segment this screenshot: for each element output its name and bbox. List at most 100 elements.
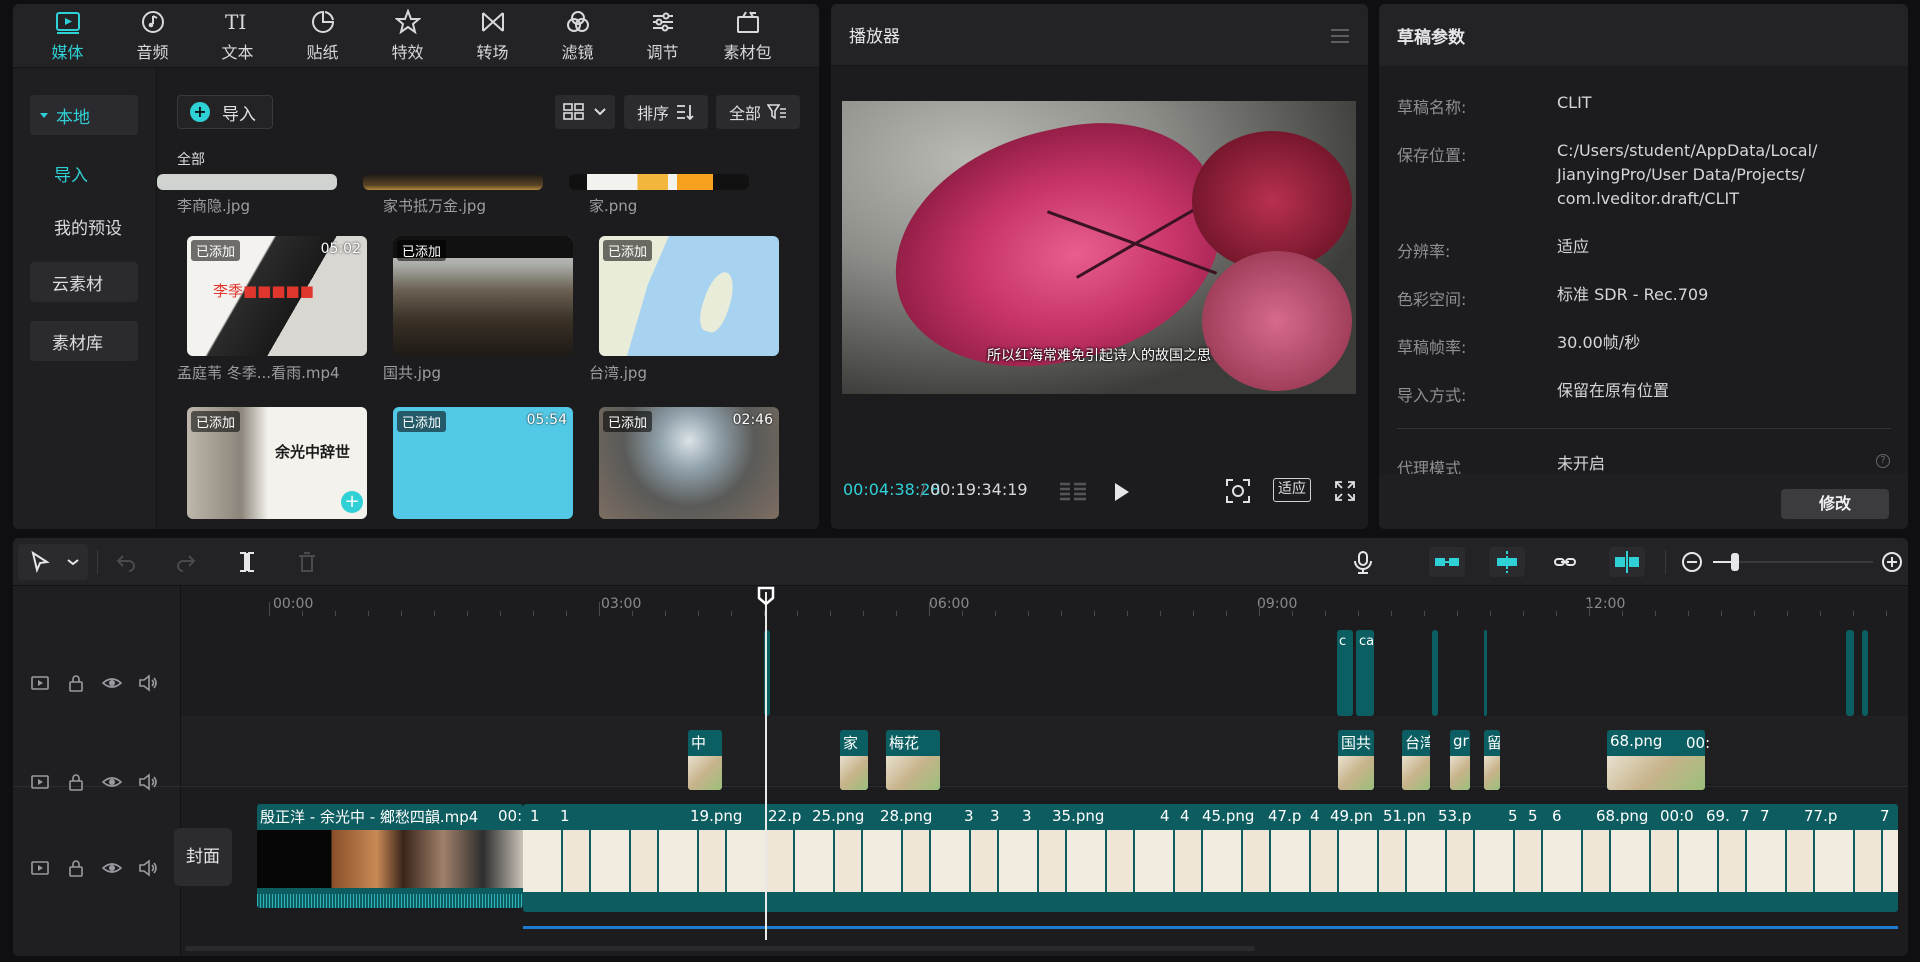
- clip-label: 19.png: [690, 807, 743, 825]
- modify-button[interactable]: 修改: [1781, 489, 1889, 519]
- thumbnail-li-shangyin[interactable]: [157, 174, 337, 190]
- hamburger-menu-icon[interactable]: [1330, 28, 1350, 44]
- overlay-image-clip[interactable]: 国共: [1338, 730, 1374, 790]
- grid-view-icon: [563, 103, 584, 120]
- funnel-icon: [767, 104, 786, 120]
- overlay-clip[interactable]: [1484, 630, 1487, 716]
- thumbnail-taiwan[interactable]: 已添加: [599, 236, 779, 356]
- horizontal-scrollbar[interactable]: [185, 946, 1255, 951]
- eye-icon[interactable]: [101, 771, 123, 793]
- thumbnail-guogong[interactable]: 已添加: [393, 236, 573, 356]
- lock-icon[interactable]: [65, 771, 87, 793]
- lock-icon[interactable]: [65, 857, 87, 879]
- tab-package[interactable]: 素材包: [705, 4, 790, 68]
- fit-ratio-button[interactable]: 适应: [1273, 478, 1311, 502]
- eye-icon[interactable]: [101, 672, 123, 694]
- overlay-clip[interactable]: [1862, 630, 1868, 716]
- overlay-image-clip[interactable]: 梅花: [886, 730, 940, 790]
- svg-text:TI: TI: [225, 10, 246, 34]
- overlay-image-clip[interactable]: 留: [1484, 730, 1500, 790]
- sidebar-item-cloud[interactable]: 云素材: [30, 262, 138, 302]
- thumbnail-yu-guangzhong[interactable]: 余光中辞世 已添加 +: [187, 407, 367, 519]
- overlay-image-clip[interactable]: gr: [1450, 730, 1470, 790]
- overlay-clip[interactable]: [1846, 630, 1854, 716]
- sidebar-item-local[interactable]: 本地: [30, 95, 138, 135]
- redo-icon[interactable]: [174, 550, 198, 574]
- sidebar-item-library[interactable]: 素材库: [30, 321, 138, 361]
- sort-button[interactable]: 排序: [624, 95, 708, 129]
- package-icon: [736, 11, 759, 33]
- divider: [1665, 550, 1666, 574]
- tab-audio[interactable]: 音频: [110, 4, 195, 68]
- volume-icon[interactable]: [137, 857, 159, 879]
- time-ruler[interactable]: 00:00 03:00 06:00 09:00 12:00: [181, 586, 1908, 618]
- split-icon[interactable]: [235, 550, 259, 574]
- overlay-image-clip[interactable]: 家: [840, 730, 868, 790]
- ruler-tick: [1754, 611, 1755, 616]
- tab-text[interactable]: TI 文本: [195, 4, 280, 68]
- player-panel: 播放器 所以红海常难免引起诗人的故国之思 00:04:38:28 / 00:19…: [831, 4, 1368, 529]
- clip-label: 1: [560, 807, 570, 825]
- cover-button[interactable]: 封面: [174, 828, 232, 886]
- zoom-slider-handle[interactable]: [1731, 553, 1739, 571]
- lock-icon[interactable]: [65, 672, 87, 694]
- view-mode-button[interactable]: [555, 95, 615, 129]
- filter-all-button[interactable]: 全部: [716, 95, 800, 129]
- clip-label: 45.png: [1202, 807, 1255, 825]
- text-icon: TI: [225, 10, 246, 34]
- overlay-clip[interactable]: [1432, 630, 1438, 716]
- preview-axis-button[interactable]: [1609, 547, 1645, 577]
- main-video-clip[interactable]: 殷正洋 - 余光中 - 鄉愁四韻.mp4: [257, 804, 523, 908]
- tab-transition[interactable]: 转场: [450, 4, 535, 68]
- added-badge: 已添加: [397, 411, 447, 432]
- clip-label: 1: [530, 807, 540, 825]
- tab-effects[interactable]: 特效: [365, 4, 450, 68]
- thumbnail-jiashu[interactable]: [363, 174, 543, 190]
- auto-snap-button[interactable]: [1489, 547, 1525, 577]
- thumbnail-jia[interactable]: [569, 174, 749, 190]
- track-toggle-icon[interactable]: [29, 672, 51, 694]
- thumbnail-snow-street[interactable]: 已添加 02:46: [599, 407, 779, 519]
- tab-filter[interactable]: 滤镜: [535, 4, 620, 68]
- tab-sticker[interactable]: 贴纸: [280, 4, 365, 68]
- link-icon[interactable]: [1553, 550, 1577, 574]
- volume-icon[interactable]: [137, 771, 159, 793]
- zoom-in-icon[interactable]: [1880, 550, 1904, 574]
- overlay-image-clip[interactable]: 中: [688, 730, 722, 790]
- sidebar-item-presets[interactable]: 我的预设: [30, 206, 138, 246]
- thumbnail-blue-video[interactable]: 已添加 05:54: [393, 407, 573, 519]
- sidebar-item-import[interactable]: 导入: [30, 153, 138, 193]
- clip-thumbnail: [1338, 756, 1374, 790]
- video-preview[interactable]: 所以红海常难免引起诗人的故国之思: [842, 101, 1356, 394]
- microphone-icon[interactable]: [1351, 550, 1375, 574]
- ruler-label: 09:00: [1257, 596, 1298, 612]
- add-to-timeline-button[interactable]: +: [341, 491, 363, 513]
- delete-icon[interactable]: [295, 550, 319, 574]
- screenshot-icon[interactable]: [1225, 478, 1251, 504]
- ruler-tick: [1193, 611, 1194, 616]
- fullscreen-icon[interactable]: [1334, 480, 1356, 502]
- playhead-handle-icon[interactable]: [757, 586, 775, 606]
- clip-label: 4: [1310, 807, 1320, 825]
- main-track-magnet-button[interactable]: [1429, 547, 1465, 577]
- undo-icon[interactable]: [114, 550, 138, 574]
- clip-label: 3: [1022, 807, 1032, 825]
- added-badge: 已添加: [191, 240, 241, 261]
- track-toggle-icon[interactable]: [29, 857, 51, 879]
- track-toggle-icon[interactable]: [29, 771, 51, 793]
- waveform-icon[interactable]: [1058, 481, 1090, 503]
- overlay-image-clip[interactable]: 台湾: [1402, 730, 1430, 790]
- help-icon[interactable]: ?: [1876, 454, 1890, 468]
- zoom-slider[interactable]: [1713, 553, 1873, 571]
- ruler-tick: [1127, 611, 1128, 616]
- eye-icon[interactable]: [101, 857, 123, 879]
- tab-media[interactable]: 媒体: [25, 4, 110, 68]
- tab-adjust[interactable]: 调节: [620, 4, 705, 68]
- play-icon[interactable]: [1112, 481, 1132, 503]
- zoom-out-icon[interactable]: [1680, 550, 1704, 574]
- volume-icon[interactable]: [137, 672, 159, 694]
- ruler-tick: [1589, 602, 1590, 616]
- import-button[interactable]: + 导入: [177, 95, 273, 129]
- playhead[interactable]: [765, 592, 767, 940]
- thumbnail-meng-tingwei[interactable]: 李季■■■■■ 已添加 05:02: [187, 236, 367, 356]
